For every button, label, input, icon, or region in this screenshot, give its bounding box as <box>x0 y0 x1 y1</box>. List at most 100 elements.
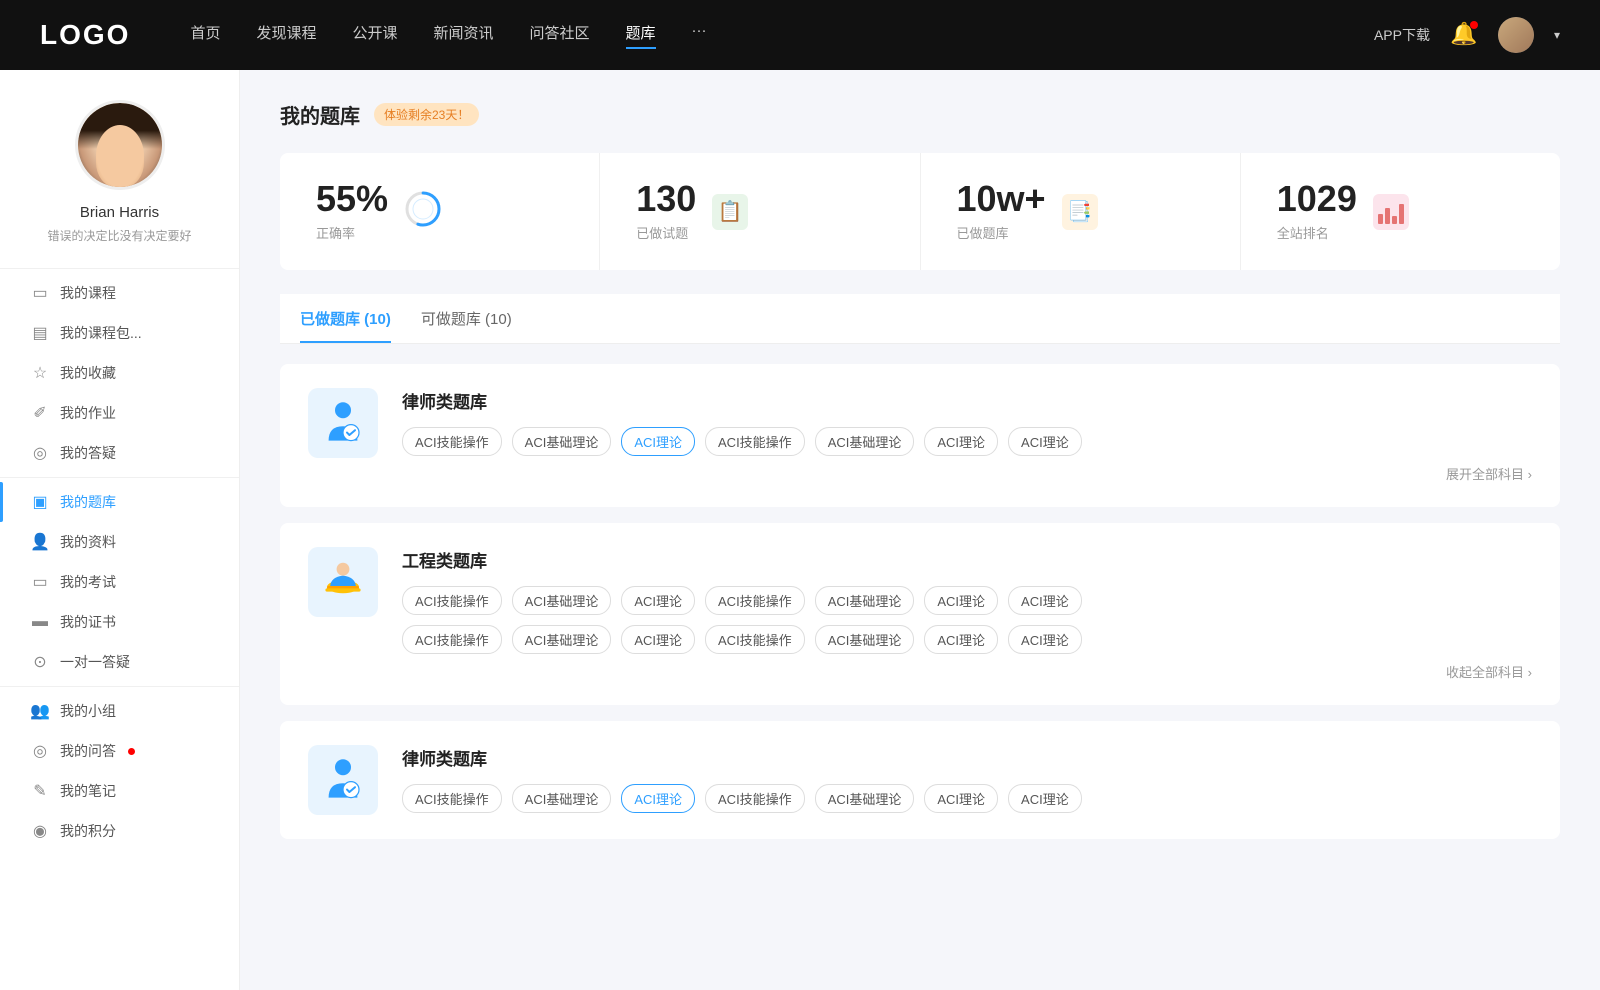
law2-tag-5[interactable]: ACI基础理论 <box>815 784 915 813</box>
eng-tag-r2-2[interactable]: ACI基础理论 <box>512 625 612 654</box>
sidebar-item-exam[interactable]: ▭ 我的考试 <box>0 562 239 602</box>
exam-icon: ▭ <box>30 572 50 592</box>
done-banks-label: 已做题库 <box>957 223 1046 242</box>
tag-1[interactable]: ACI技能操作 <box>402 427 502 456</box>
tag-3-active[interactable]: ACI理论 <box>621 427 695 456</box>
page-title: 我的题库 <box>280 100 360 129</box>
nav-open-course[interactable]: 公开课 <box>352 22 397 49</box>
tag-5[interactable]: ACI基础理论 <box>815 427 915 456</box>
nav-qa[interactable]: 问答社区 <box>530 22 590 49</box>
lawyer-icon-svg-2 <box>319 756 367 804</box>
sidebar-item-label: 我的小组 <box>60 701 116 721</box>
stat-text: 55% 正确率 <box>316 181 388 242</box>
sidebar-item-notes[interactable]: ✎ 我的笔记 <box>0 771 239 811</box>
sidebar-item-label: 我的考试 <box>60 572 116 592</box>
done-questions-number: 130 <box>636 181 696 217</box>
bank-body-lawyer-2: 律师类题库 ACI技能操作 ACI基础理论 ACI理论 ACI技能操作 ACI基… <box>402 745 1532 813</box>
eng-tag-6[interactable]: ACI理论 <box>924 586 998 615</box>
tag-7[interactable]: ACI理论 <box>1008 427 1082 456</box>
tag-4[interactable]: ACI技能操作 <box>705 427 805 456</box>
nav-more[interactable]: ··· <box>692 22 707 49</box>
eng-tag-r2-3[interactable]: ACI理论 <box>621 625 695 654</box>
user-avatar[interactable] <box>1498 17 1534 53</box>
ranking-label: 全站排名 <box>1277 223 1357 242</box>
nav-home[interactable]: 首页 <box>190 22 220 49</box>
question-bank-icon: ▣ <box>30 492 50 512</box>
nav-question-bank[interactable]: 题库 <box>626 22 656 49</box>
nav-links: 首页 发现课程 公开课 新闻资讯 问答社区 题库 ··· <box>190 22 1374 49</box>
done-questions-icon: 📋 <box>712 194 748 230</box>
tag-6[interactable]: ACI理论 <box>924 427 998 456</box>
law2-tag-6[interactable]: ACI理论 <box>924 784 998 813</box>
user-motto: 错误的决定比没有决定要好 <box>31 227 207 244</box>
app-download-button[interactable]: APP下载 <box>1374 25 1430 45</box>
page-header: 我的题库 体验剩余23天！ <box>280 100 1560 129</box>
eng-tag-4[interactable]: ACI技能操作 <box>705 586 805 615</box>
correct-rate-number: 55% <box>316 181 388 217</box>
notification-bell[interactable]: 🔔 <box>1450 21 1478 49</box>
sidebar-item-my-qa[interactable]: ◎ 我的问答 <box>0 731 239 771</box>
law2-tag-2[interactable]: ACI基础理论 <box>512 784 612 813</box>
sidebar-item-course-package[interactable]: ▤ 我的课程包... <box>0 313 239 353</box>
law2-tag-7[interactable]: ACI理论 <box>1008 784 1082 813</box>
bank-tags-engineer-row2: ACI技能操作 ACI基础理论 ACI理论 ACI技能操作 ACI基础理论 AC… <box>402 625 1532 654</box>
eng-tag-r2-5[interactable]: ACI基础理论 <box>815 625 915 654</box>
eng-tag-r2-4[interactable]: ACI技能操作 <box>705 625 805 654</box>
sidebar-item-label: 我的问答 <box>60 741 116 761</box>
qa-red-dot <box>128 748 135 755</box>
group-icon: 👥 <box>30 701 50 721</box>
stats-row: 55% 正确率 130 已做试题 <box>280 153 1560 270</box>
sidebar-item-qa[interactable]: ◎ 我的答疑 <box>0 433 239 473</box>
sidebar-item-label: 一对一答疑 <box>60 652 130 672</box>
bar-chart-icon <box>1378 200 1404 224</box>
law2-tag-1[interactable]: ACI技能操作 <box>402 784 502 813</box>
nav-news[interactable]: 新闻资讯 <box>434 22 494 49</box>
nav-discover[interactable]: 发现课程 <box>256 22 316 49</box>
ranking-icon <box>1373 194 1409 230</box>
sidebar-item-points[interactable]: ◉ 我的积分 <box>0 811 239 851</box>
stat-text: 1029 全站排名 <box>1277 181 1357 242</box>
tag-2[interactable]: ACI基础理论 <box>512 427 612 456</box>
expand-link-lawyer-1[interactable]: 展开全部科目 › <box>402 464 1532 483</box>
user-menu-chevron[interactable]: ▾ <box>1554 28 1560 42</box>
stat-text: 10w+ 已做题库 <box>957 181 1046 242</box>
navbar: LOGO 首页 发现课程 公开课 新闻资讯 问答社区 题库 ··· APP下载 … <box>0 0 1600 70</box>
eng-tag-7[interactable]: ACI理论 <box>1008 586 1082 615</box>
sidebar-item-label: 我的笔记 <box>60 781 116 801</box>
engineer-icon-svg <box>319 558 367 606</box>
sidebar-item-certificate[interactable]: ▬ 我的证书 <box>0 602 239 642</box>
tab-done-banks[interactable]: 已做题库 (10) <box>300 294 391 343</box>
sidebar-divider-top <box>0 268 239 269</box>
bank-tags-lawyer-1: ACI技能操作 ACI基础理论 ACI理论 ACI技能操作 ACI基础理论 AC… <box>402 427 1532 456</box>
law2-tag-4[interactable]: ACI技能操作 <box>705 784 805 813</box>
eng-tag-2[interactable]: ACI基础理论 <box>512 586 612 615</box>
eng-tag-5[interactable]: ACI基础理论 <box>815 586 915 615</box>
eng-tag-r2-7[interactable]: ACI理论 <box>1008 625 1082 654</box>
sidebar-divider-mid <box>0 477 239 478</box>
eng-tag-1[interactable]: ACI技能操作 <box>402 586 502 615</box>
bank-tags-lawyer-2: ACI技能操作 ACI基础理论 ACI理论 ACI技能操作 ACI基础理论 AC… <box>402 784 1532 813</box>
stat-correct-rate: 55% 正确率 <box>280 153 600 270</box>
sidebar-item-favorites[interactable]: ☆ 我的收藏 <box>0 353 239 393</box>
eng-tag-3[interactable]: ACI理论 <box>621 586 695 615</box>
eng-tag-r2-6[interactable]: ACI理论 <box>924 625 998 654</box>
sidebar-item-question-bank[interactable]: ▣ 我的题库 <box>0 482 239 522</box>
sidebar-item-label: 我的答疑 <box>60 443 116 463</box>
eng-tag-r2-1[interactable]: ACI技能操作 <box>402 625 502 654</box>
tabs-row: 已做题库 (10) 可做题库 (10) <box>280 294 1560 344</box>
bank-title-lawyer-2: 律师类题库 <box>402 745 1532 770</box>
sidebar-item-homework[interactable]: ✐ 我的作业 <box>0 393 239 433</box>
done-banks-number: 10w+ <box>957 181 1046 217</box>
sidebar-item-one-on-one[interactable]: ⊙ 一对一答疑 <box>0 642 239 682</box>
sidebar-item-group[interactable]: 👥 我的小组 <box>0 691 239 731</box>
bank-body-lawyer-1: 律师类题库 ACI技能操作 ACI基础理论 ACI理论 ACI技能操作 ACI基… <box>402 388 1532 483</box>
collapse-link-engineer[interactable]: 收起全部科目 › <box>402 662 1532 681</box>
law2-tag-3-active[interactable]: ACI理论 <box>621 784 695 813</box>
nav-right: APP下载 🔔 ▾ <box>1374 17 1560 53</box>
sidebar-item-my-course[interactable]: ▭ 我的课程 <box>0 273 239 313</box>
tab-todo-banks[interactable]: 可做题库 (10) <box>421 294 512 343</box>
sidebar-item-material[interactable]: 👤 我的资料 <box>0 522 239 562</box>
homework-icon: ✐ <box>30 403 50 423</box>
pie-chart-icon <box>404 190 442 228</box>
stat-done-questions: 130 已做试题 📋 <box>600 153 920 270</box>
